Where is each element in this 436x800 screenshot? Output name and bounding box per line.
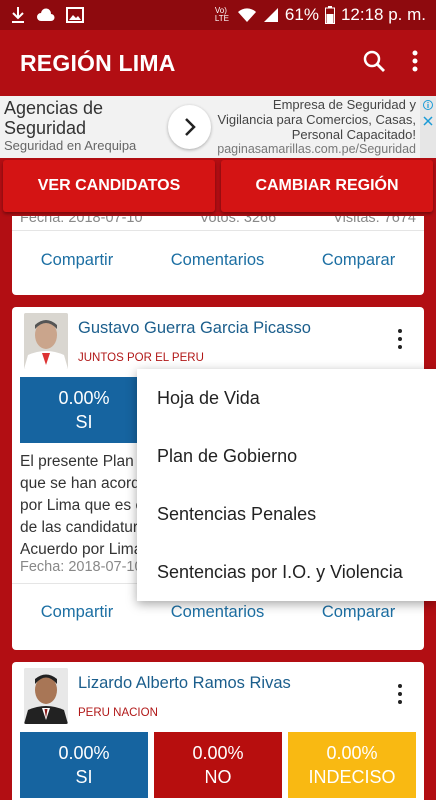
action-buttons: VER CANDIDATOS CAMBIAR REGIÓN — [0, 158, 436, 216]
vote-no-label: NO — [204, 767, 232, 787]
vote-no-button[interactable]: 0.00% NO — [154, 732, 282, 798]
vote-si-label: SI — [75, 767, 93, 787]
search-icon[interactable] — [362, 49, 386, 78]
more-vert-icon[interactable] — [390, 327, 410, 351]
download-icon — [10, 6, 26, 24]
ad-url[interactable]: paginasamarillas.com.pe/Seguridad — [217, 142, 416, 157]
battery-percent: 61% — [284, 5, 319, 24]
vote-undecided-button[interactable]: 0.00% INDECISO — [288, 732, 416, 798]
vote-si-percent: 0.00% — [58, 743, 110, 763]
ad-title[interactable]: Agencias de Seguridad — [4, 98, 164, 138]
share-button[interactable]: Compartir — [41, 251, 113, 270]
candidate-party: PERU NACION — [78, 707, 158, 719]
compare-button[interactable]: Comparar — [322, 603, 395, 622]
chevron-right-icon — [184, 118, 196, 136]
menu-item-resume[interactable]: Hoja de Vida — [137, 369, 436, 427]
ad-open-button[interactable] — [167, 105, 212, 149]
card-date: Fecha: 2018-07-10 — [20, 559, 143, 575]
vote-si-button[interactable]: 0.00% SI — [20, 377, 148, 443]
ad-close-icon[interactable] — [423, 116, 433, 126]
candidate-name[interactable]: Gustavo Guerra Garcia Picasso — [78, 319, 311, 338]
ad-description: Empresa de Seguridad y Vigilancia para C… — [217, 97, 416, 142]
view-candidates-button[interactable]: VER CANDIDATOS — [3, 160, 215, 212]
candidate-photo — [24, 668, 68, 724]
candidate-name[interactable]: Lizardo Alberto Ramos Rivas — [78, 674, 291, 693]
clock: 12:18 p. m. — [340, 5, 426, 24]
comments-button[interactable]: Comentarios — [171, 603, 265, 622]
more-vert-icon[interactable] — [412, 50, 418, 77]
cloud-sync-icon — [36, 7, 56, 23]
share-button[interactable]: Compartir — [41, 603, 113, 622]
card-visits: Visitas: 7674 — [333, 216, 416, 226]
card-actions: Compartir Comentarios Comparar — [12, 230, 424, 290]
lte-indicator: Vo) LTE — [214, 6, 229, 23]
image-icon — [66, 7, 84, 23]
signal-icon — [263, 7, 279, 23]
candidate-card: Lizardo Alberto Ramos Rivas PERU NACION … — [12, 662, 424, 800]
ad-banner[interactable]: Agencias de Seguridad Seguridad en Arequ… — [0, 96, 436, 158]
vote-no-percent: 0.00% — [192, 743, 244, 763]
candidate-card: Fecha: 2018-07-10 Votos: 3266 Visitas: 7… — [12, 216, 424, 295]
card-date: Fecha: 2018-07-10 — [20, 216, 143, 226]
menu-item-criminal-sentences[interactable]: Sentencias Penales — [137, 485, 436, 543]
battery-icon — [324, 6, 335, 24]
card-meta: Fecha: 2018-07-10 Votos: 3266 Visitas: 7… — [12, 216, 424, 228]
app-bar: REGIÓN LIMA — [0, 30, 436, 96]
ad-info-icon — [423, 100, 433, 110]
menu-item-government-plan[interactable]: Plan de Gobierno — [137, 427, 436, 485]
vote-si-label: SI — [75, 412, 93, 432]
candidate-header[interactable]: Lizardo Alberto Ramos Rivas PERU NACION — [12, 662, 424, 732]
vote-undecided-label: INDECISO — [308, 767, 396, 787]
vote-buttons: 0.00% SI 0.00% NO 0.00% INDECISO — [12, 732, 424, 798]
vote-si-percent: 0.00% — [58, 388, 110, 408]
candidate-party: JUNTOS POR EL PERU — [78, 352, 204, 364]
wifi-icon — [237, 7, 257, 23]
compare-button[interactable]: Comparar — [322, 251, 395, 270]
candidate-header[interactable]: Gustavo Guerra Garcia Picasso JUNTOS POR… — [12, 307, 424, 377]
menu-item-violence-sentences[interactable]: Sentencias por I.O. y Violencia — [137, 543, 436, 601]
candidate-options-menu: Hoja de Vida Plan de Gobierno Sentencias… — [137, 369, 436, 601]
more-vert-icon[interactable] — [390, 682, 410, 706]
ad-subtitle: Seguridad en Arequipa — [4, 138, 137, 153]
vote-si-button[interactable]: 0.00% SI — [20, 732, 148, 798]
comments-button[interactable]: Comentarios — [171, 251, 265, 270]
candidate-photo — [24, 313, 68, 369]
change-region-button[interactable]: CAMBIAR REGIÓN — [221, 160, 433, 212]
card-votes: Votos: 3266 — [199, 216, 277, 226]
page-title: REGIÓN LIMA — [20, 49, 176, 76]
ad-choices[interactable] — [420, 96, 436, 158]
status-bar: Vo) LTE 61% 12:18 p. m. — [0, 0, 436, 30]
vote-undecided-percent: 0.00% — [326, 743, 378, 763]
